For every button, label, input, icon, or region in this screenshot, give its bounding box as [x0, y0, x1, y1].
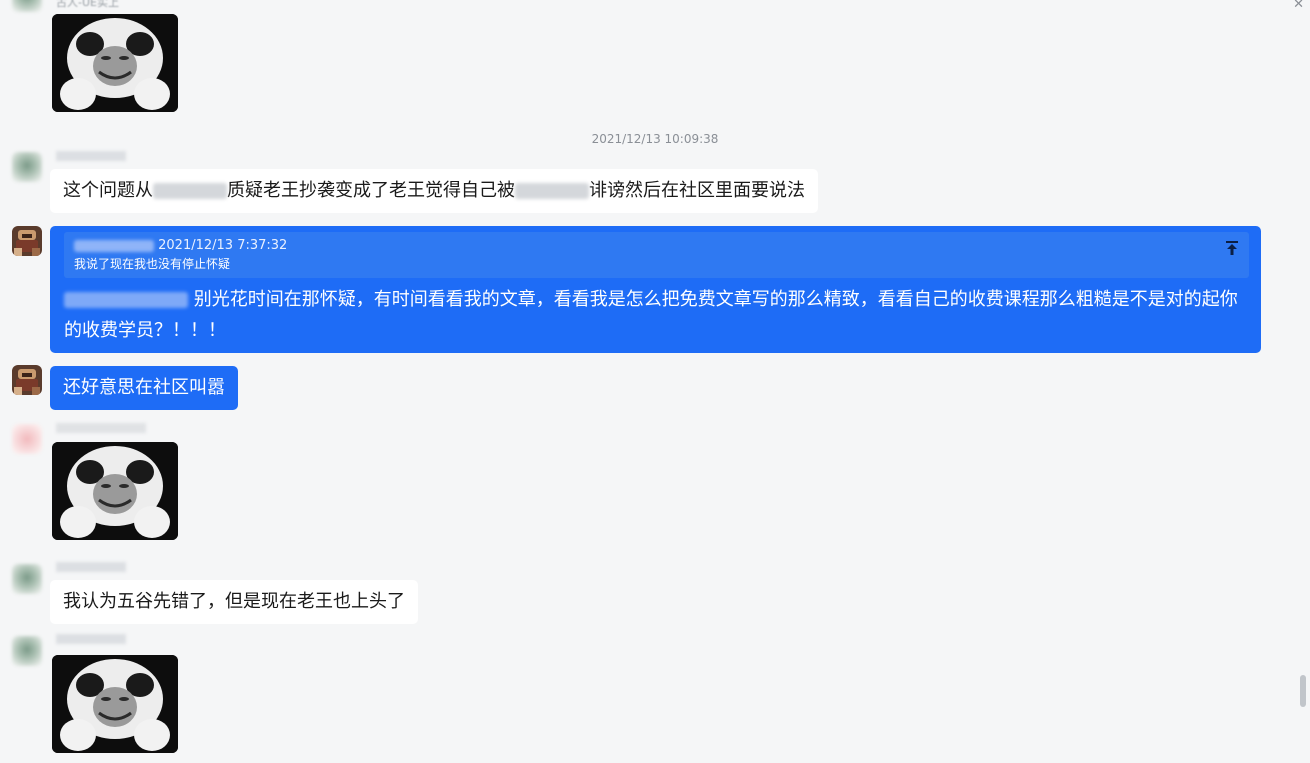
redacted-text — [74, 239, 154, 252]
jump-to-original-icon[interactable] — [1225, 240, 1239, 256]
reply-message-bubble[interactable]: 2021/12/13 7:37:32 我说了现在我也没有停止怀疑 别光花时间在那… — [50, 226, 1261, 353]
meme-face-icon — [52, 442, 178, 540]
quoted-message[interactable]: 2021/12/13 7:37:32 我说了现在我也没有停止怀疑 — [64, 232, 1249, 278]
scrollbar[interactable] — [1298, 0, 1310, 763]
message-text: 这个问题从 — [63, 180, 153, 201]
scrollbar-thumb[interactable] — [1300, 675, 1306, 707]
message-text: 还好意思在社区叫嚣 — [63, 377, 225, 398]
avatar[interactable] — [12, 0, 42, 12]
sticker-image[interactable] — [52, 442, 178, 540]
meme-face-icon — [52, 14, 178, 112]
avatar[interactable] — [12, 152, 42, 182]
redacted-text — [515, 183, 589, 199]
sender-name — [56, 423, 146, 433]
quote-text: 我说了现在我也没有停止怀疑 — [74, 257, 231, 271]
avatar[interactable] — [12, 636, 42, 666]
sender-name: 古人-UE实上 — [56, 0, 119, 9]
message-text: 我认为五谷先错了，但是现在老王也上头了 — [63, 591, 405, 612]
message-timestamp: 2021/12/13 10:09:38 — [591, 132, 719, 146]
avatar[interactable] — [12, 424, 42, 454]
reply-text: 别光花时间在那怀疑，有时间看看我的文章，看看我是怎么把免费文章写的那么精致，看看… — [64, 284, 1254, 346]
message-text: 质疑老王抄袭变成了老王觉得自己被 — [227, 180, 515, 201]
sticker-image[interactable] — [52, 655, 178, 753]
avatar[interactable] — [12, 226, 42, 256]
sender-name — [56, 151, 126, 161]
message-text: 诽谤然后在社区里面要说法 — [589, 180, 805, 201]
avatar[interactable] — [12, 365, 42, 395]
sender-name — [56, 634, 126, 644]
sticker-image[interactable] — [52, 14, 178, 112]
quote-timestamp: 2021/12/13 7:37:32 — [158, 238, 288, 253]
sender-name — [56, 562, 126, 572]
message-text: 别光花时间在那怀疑，有时间看看我的文章，看看我是怎么把免费文章写的那么精致，看看… — [64, 289, 1238, 341]
meme-face-icon — [52, 655, 178, 753]
chat-message-list[interactable]: 古人-UE实上 ✕ 2021/12/13 10:09:38 这个问题从 质疑老王抄… — [0, 0, 1310, 763]
redacted-text — [153, 183, 227, 199]
message-bubble[interactable]: 我认为五谷先错了，但是现在老王也上头了 — [50, 580, 418, 624]
message-bubble[interactable]: 这个问题从 质疑老王抄袭变成了老王觉得自己被 诽谤然后在社区里面要说法 — [50, 169, 818, 213]
message-bubble[interactable]: 还好意思在社区叫嚣 — [50, 366, 238, 410]
redacted-text — [64, 292, 188, 308]
avatar[interactable] — [12, 564, 42, 594]
